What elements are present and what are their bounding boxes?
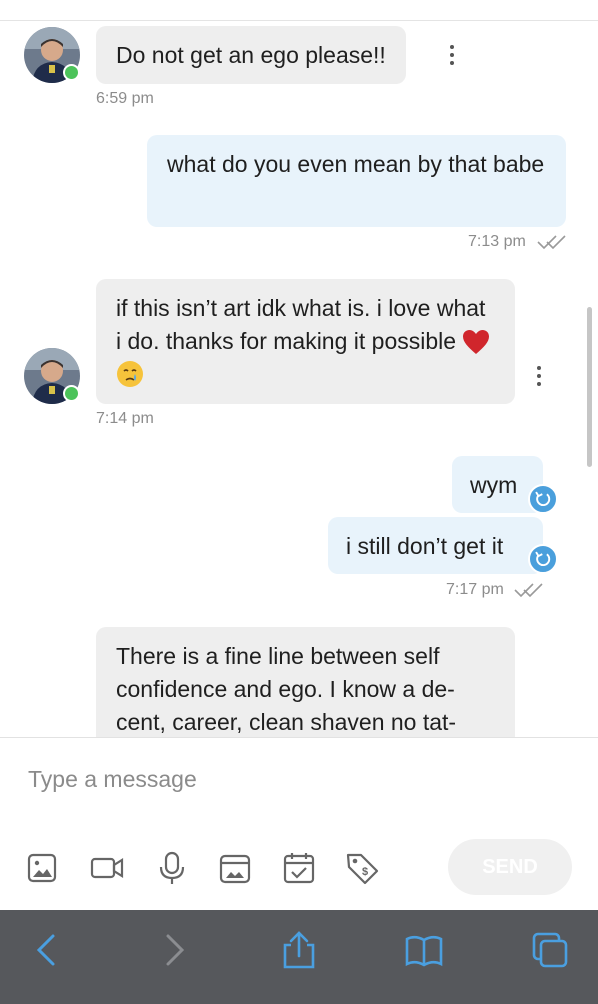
scrollbar[interactable] xyxy=(587,307,592,467)
message-list[interactable]: Do not get an ego please!! 6:59 pm what … xyxy=(0,21,598,737)
message-time: 7:14 pm xyxy=(96,410,154,427)
avatar[interactable] xyxy=(24,348,80,404)
message-bubble-outgoing[interactable]: i still don’t get it xyxy=(328,517,543,574)
read-receipt-icon xyxy=(514,583,543,598)
message-bubble-incoming[interactable]: Do not get an ego please!! xyxy=(96,26,406,84)
message-text: what do you even mean by that babe xyxy=(167,151,545,177)
more-options-icon[interactable] xyxy=(537,366,543,390)
resend-icon[interactable] xyxy=(528,544,558,574)
back-icon[interactable] xyxy=(27,930,67,970)
online-indicator xyxy=(63,64,80,81)
tag-icon[interactable]: $ xyxy=(344,850,380,886)
message-bubble-incoming[interactable]: if this isn’t art idk what is. i love wh… xyxy=(96,279,515,404)
video-icon[interactable] xyxy=(89,850,125,886)
message-time: 7:17 pm xyxy=(446,581,504,598)
red-heart-icon xyxy=(463,330,490,354)
browser-toolbar xyxy=(0,910,598,1004)
tabs-icon[interactable] xyxy=(530,930,570,970)
image-icon[interactable] xyxy=(24,850,60,886)
avatar[interactable] xyxy=(24,27,80,83)
calendar-icon[interactable] xyxy=(281,850,317,886)
forward-icon[interactable] xyxy=(154,930,194,970)
send-button[interactable]: SEND xyxy=(448,839,572,895)
message-text: There is a fine line between self confid… xyxy=(116,643,457,735)
message-composer: Type a message $ SEND xyxy=(0,737,598,911)
message-text: wym xyxy=(470,472,518,498)
message-time: 7:13 pm xyxy=(468,233,526,250)
svg-text:$: $ xyxy=(362,866,368,878)
resend-icon[interactable] xyxy=(528,484,558,514)
microphone-icon[interactable] xyxy=(154,850,190,886)
message-bubble-incoming[interactable]: There is a fine line between self confid… xyxy=(96,627,515,737)
gallery-icon[interactable] xyxy=(217,850,253,886)
crying-face-icon xyxy=(117,361,143,387)
bookmarks-icon[interactable] xyxy=(404,930,444,970)
message-text: if this isn’t art idk what is. i love wh… xyxy=(116,295,486,354)
message-bubble-outgoing[interactable]: what do you even mean by that babe xyxy=(147,135,566,227)
message-input[interactable]: Type a message xyxy=(28,766,428,793)
share-icon[interactable] xyxy=(279,930,319,970)
top-edge xyxy=(0,0,598,21)
more-options-icon[interactable] xyxy=(450,45,456,69)
online-indicator xyxy=(63,385,80,402)
message-text: i still don’t get it xyxy=(346,533,504,559)
message-text: Do not get an ego please!! xyxy=(116,42,386,68)
message-time: 6:59 pm xyxy=(96,90,154,107)
read-receipt-icon xyxy=(537,235,566,250)
